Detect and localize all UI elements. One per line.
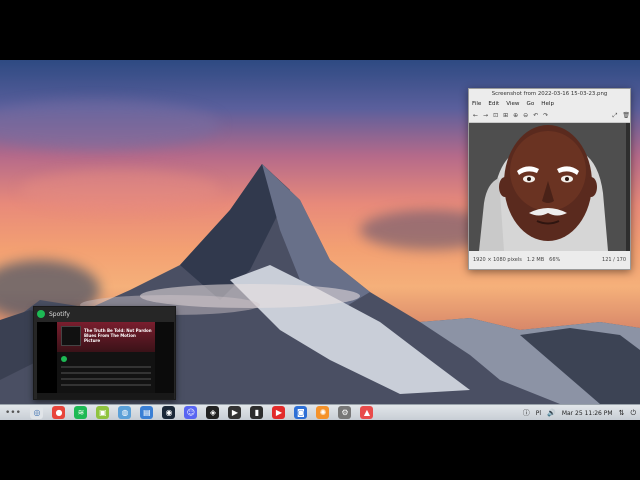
spotify-window-preview[interactable]: Spotify The Truth Be Told: Not Pardon Bl… [33,306,176,400]
letterbox-bottom [0,420,640,480]
viewer-title: Screenshot from 2022-03-16 15-03-23.png [491,91,608,97]
image-size: 1.2 MB [526,257,545,263]
viewer-toolbar: ← → ⊡ ⊞ ⊕ ⊖ ↶ ↷ ⤢ 🗑 [469,109,630,123]
video-editor-icon[interactable]: ▶ [228,406,242,419]
rotate-right-icon[interactable]: ↷ [543,112,548,119]
menu-help[interactable]: Help [541,100,554,109]
zoom-original-icon[interactable]: ⊞ [503,112,508,119]
delete-icon[interactable]: 🗑 [622,112,630,119]
menu-icon[interactable]: ◎ [30,406,44,419]
menu-go[interactable]: Go [527,100,535,109]
play-button[interactable] [61,356,67,362]
forward-icon[interactable]: → [483,112,488,119]
zoom-out-icon[interactable]: ⊖ [523,112,528,119]
image-canvas[interactable] [469,123,630,251]
youtube-icon[interactable]: ▶ [272,406,286,419]
blender-icon[interactable]: ✺ [316,406,330,419]
image-viewer-window[interactable]: Screenshot from 2022-03-16 15-03-23.png … [468,88,631,270]
power-icon[interactable]: ⏻ [630,409,636,418]
settings-icon[interactable]: ⚙ [338,406,352,419]
spotify-icon [37,310,45,318]
spotify-preview-titlebar: Spotify [34,307,175,321]
back-icon[interactable]: ← [473,112,478,119]
clock[interactable]: Mar 25 11:26 PM [562,410,613,417]
menu-file[interactable]: File [472,100,481,109]
letterbox-top [0,0,640,60]
taskbar-apps: ◎ ● ≋ ▣ ◍ ▤ ◉ ☺ ◈ ▶ ▮ ▶ ◙ ✺ ⚙ ▲ [26,406,378,419]
album-title: The Truth Be Told: Not Pardon Blues From… [84,328,152,343]
zoom-in-icon[interactable]: ⊕ [513,112,518,119]
spotify-window-title: Spotify [49,310,70,318]
viewer-statusbar: 1920 × 1080 pixels 1.2 MB 66% 121 / 170 [469,251,630,269]
volume-icon[interactable]: 🔊 [547,409,556,417]
system-tray: ⓘ Pl 🔊 Mar 25 11:26 PM ⇅ ⏻ [523,405,640,421]
network-icon[interactable]: ⇅ [619,409,625,417]
photos-icon[interactable]: ▲ [360,406,374,419]
camera-icon[interactable]: ◙ [294,406,308,419]
info-icon[interactable]: ⓘ [523,408,530,418]
chrome-icon[interactable]: ● [52,406,66,419]
files-icon[interactable]: ▣ [96,406,110,419]
fullscreen-icon[interactable]: ⤢ [613,112,618,120]
show-desktop-dots[interactable]: ••• [0,408,26,418]
zoom-level: 66% [549,257,561,263]
terminal-icon[interactable]: ▮ [250,406,264,419]
menu-view[interactable]: View [506,100,519,109]
discord-icon[interactable]: ☺ [184,406,198,419]
spotify-preview-content: The Truth Be Told: Not Pardon Blues From… [37,322,174,399]
spotify-icon[interactable]: ≋ [74,406,88,419]
zoom-fit-icon[interactable]: ⊡ [493,112,498,119]
rotate-left-icon[interactable]: ↶ [533,112,538,119]
image-position: 121 / 170 [602,257,626,263]
document-icon[interactable]: ▤ [140,406,154,419]
image-dimensions: 1920 × 1080 pixels [473,257,522,263]
viewer-titlebar[interactable]: Screenshot from 2022-03-16 15-03-23.png [469,89,630,100]
unity-icon[interactable]: ◈ [206,406,220,419]
face-render-image [469,123,628,251]
globe-icon[interactable]: ◍ [118,406,132,419]
taskbar: ••• ◎ ● ≋ ▣ ◍ ▤ ◉ ☺ ◈ ▶ ▮ ▶ ◙ ✺ ⚙ ▲ ⓘ Pl 🔊 Mar 25 11:26… [0,404,640,420]
menu-edit[interactable]: Edit [488,100,499,109]
steam-icon[interactable]: ◉ [162,406,176,419]
keyboard-layout[interactable]: Pl [536,410,541,417]
album-art [61,326,81,346]
viewer-scrollbar[interactable] [626,123,630,251]
viewer-menubar: File Edit View Go Help [469,100,630,109]
